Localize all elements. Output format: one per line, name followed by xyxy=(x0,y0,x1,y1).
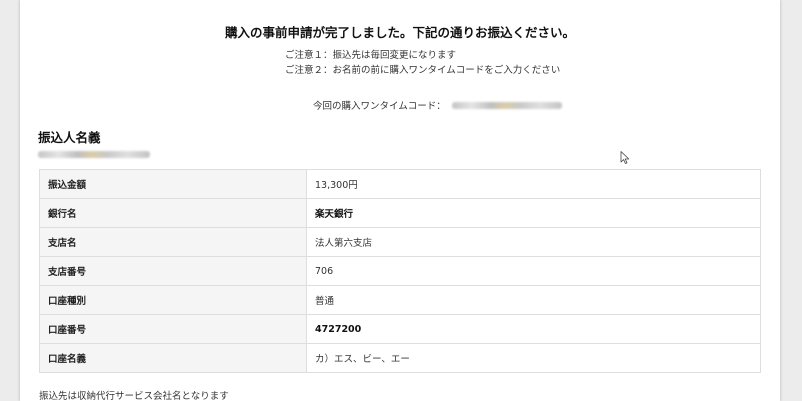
notice-list: ご注意１：振込先は毎回変更になります ご注意２：お名前の前に購入ワンタイムコード… xyxy=(285,48,560,78)
row-value: 普通 xyxy=(306,285,761,315)
notice-item-2: ご注意２：お名前の前に購入ワンタイムコードをご入力ください xyxy=(285,65,561,76)
table-row: 口座番号 4727200 xyxy=(39,314,761,344)
row-value: 13,300円 xyxy=(306,169,761,199)
table-row: 支店番号 706 xyxy=(39,256,761,286)
row-value: 楽天銀行 xyxy=(306,198,761,228)
row-label: 銀行名 xyxy=(39,198,307,228)
table-row: 支店名 法人第六支店 xyxy=(39,227,761,257)
payer-name-heading: 振込人名義 xyxy=(38,130,101,145)
table-row: 口座名義 カ）エス、ビー、エー xyxy=(39,343,761,373)
row-value: 4727200 xyxy=(306,314,761,344)
footer-note: 振込先は収納代行サービス会社名となります xyxy=(39,391,229,401)
row-value: カ）エス、ビー、エー xyxy=(306,343,761,373)
table-row: 振込金額 13,300円 xyxy=(39,169,761,199)
row-label: 口座名義 xyxy=(39,343,307,373)
payer-name-redacted xyxy=(38,151,150,158)
row-value: 706 xyxy=(306,256,761,286)
payment-instructions-page: 購入の事前申請が完了しました。下記の通りお振込ください。 ご注意１：振込先は毎回… xyxy=(20,0,780,401)
row-label: 支店番号 xyxy=(39,256,307,286)
page-title: 購入の事前申請が完了しました。下記の通りお振込ください。 xyxy=(224,25,575,40)
one-time-code-redacted xyxy=(451,101,562,109)
notice-item-1: ご注意１：振込先は毎回変更になります xyxy=(285,50,457,61)
mouse-pointer-icon xyxy=(620,151,630,164)
one-time-code-row: 今回の購入ワンタイムコード： xyxy=(313,98,562,112)
row-label: 口座番号 xyxy=(39,314,307,344)
table-row: 銀行名 楽天銀行 xyxy=(39,198,761,228)
one-time-code-label: 今回の購入ワンタイムコード： xyxy=(313,101,446,112)
row-label: 支店名 xyxy=(39,227,307,257)
row-label: 口座種別 xyxy=(39,285,307,315)
bank-transfer-table: 振込金額 13,300円 銀行名 楽天銀行 支店名 法人第六支店 支店番号 706 口座種別 普通… xyxy=(39,169,761,373)
row-value: 法人第六支店 xyxy=(306,227,761,257)
table-row: 口座種別 普通 xyxy=(39,285,761,315)
row-label: 振込金額 xyxy=(39,169,307,199)
